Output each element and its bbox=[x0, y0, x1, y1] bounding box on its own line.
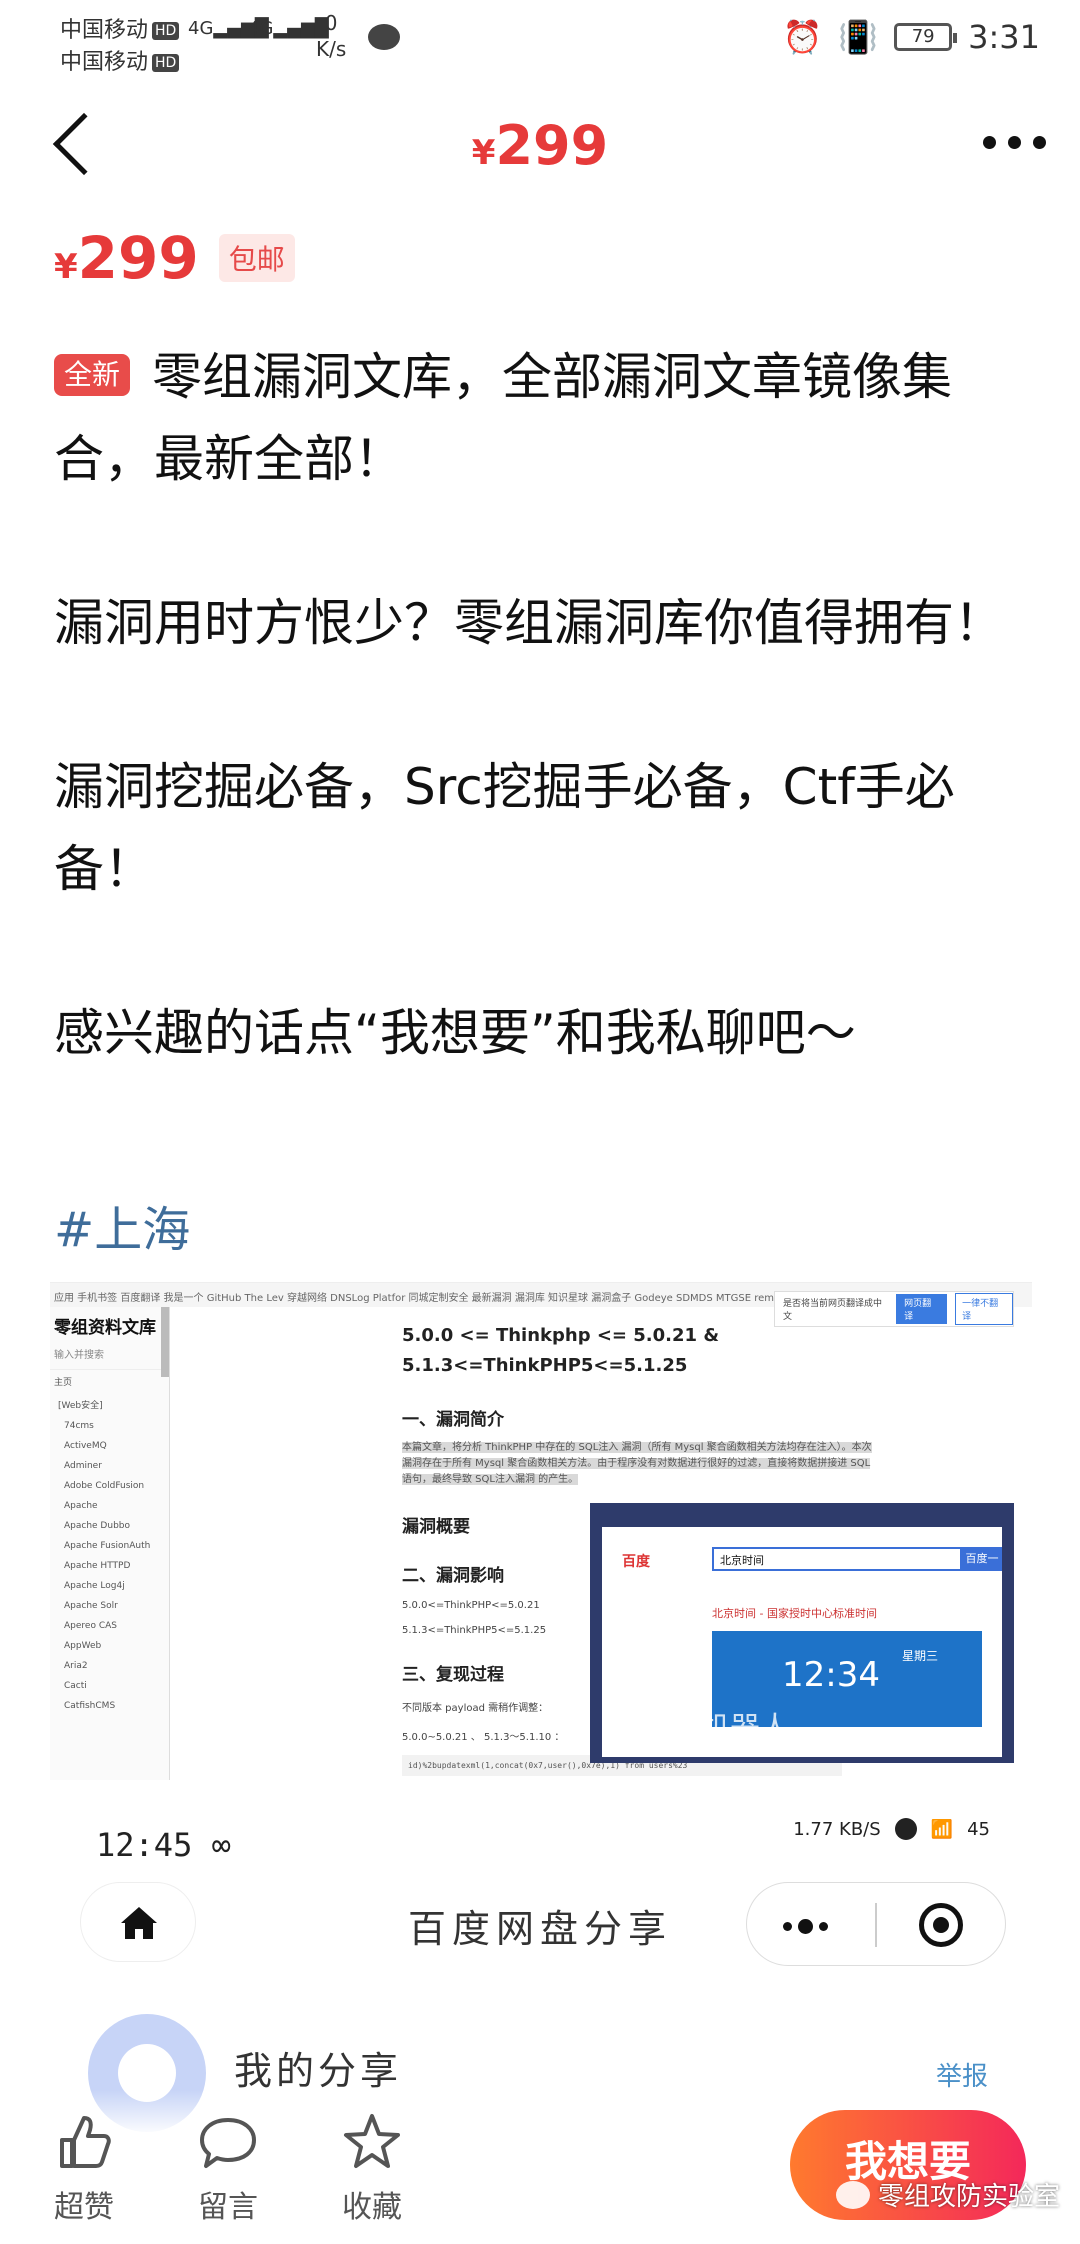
more-dots-icon[interactable] bbox=[783, 1919, 828, 1934]
desc-para-1: 漏洞用时方恨少？零组漏洞库你值得拥有！ bbox=[54, 594, 1004, 652]
sidebar-item: Aria2 bbox=[64, 1661, 88, 1671]
sidebar-item: Apache Solr bbox=[64, 1601, 118, 1611]
sidebar-scrollbar bbox=[161, 1307, 169, 1377]
location-tag[interactable]: #上海 bbox=[54, 1190, 190, 1260]
sidebar-item: Apache Log4j bbox=[64, 1581, 125, 1591]
carrier-1: 中国移动 HD bbox=[60, 12, 180, 44]
sidebar-item: Apache HTTPD bbox=[64, 1561, 131, 1571]
net-speed: 0 K/s bbox=[316, 11, 347, 61]
report-link[interactable]: 举报 bbox=[936, 2056, 988, 2093]
battery-icon: 79 bbox=[894, 23, 958, 51]
free-shipping-badge: 包邮 bbox=[218, 234, 295, 282]
wiki-sidebar: 零组资料文库 输入并搜索 主页 [Web安全] 74cms ActiveMQ A… bbox=[50, 1307, 170, 1780]
wiki-search: 输入并搜索 bbox=[50, 1344, 169, 1370]
message-icon bbox=[368, 24, 400, 50]
desc-para-3: 感兴趣的话点“我想要”和我私聊吧～ bbox=[54, 1004, 856, 1062]
intro-text: 本篇文章，将分析 ThinkPHP 中存在的 SQL注入 漏洞（所有 Mysql… bbox=[402, 1442, 872, 1485]
sidebar-item: Apereo CAS bbox=[64, 1621, 117, 1631]
sidebar-item: CatfishCMS bbox=[64, 1701, 116, 1711]
sidebar-item: Apache Dubbo bbox=[64, 1521, 131, 1531]
favorite-button[interactable]: 收藏 bbox=[322, 2112, 422, 2226]
item-title: 零组漏洞文库，全部漏洞文章镜像集合，最新全部！ bbox=[54, 348, 953, 488]
baidu-search-button: 百度一 bbox=[962, 1547, 1002, 1571]
sidebar-item: AppWeb bbox=[64, 1641, 102, 1651]
comment-icon bbox=[200, 2118, 256, 2168]
baidu-result-link: 北京时间 - 国家授时中心标准时间 bbox=[712, 1607, 877, 1620]
like-button[interactable]: 超赞 bbox=[34, 2112, 134, 2226]
image-watermark: @陀螺机器人 bbox=[610, 1711, 790, 1746]
baidu-overlay: 百度 北京时间 百度一 北京时间 - 国家授时中心标准时间 12:34 星期三 … bbox=[590, 1503, 1014, 1763]
sidebar-item: [Web安全] bbox=[58, 1401, 103, 1411]
header-price: ¥299 bbox=[471, 114, 609, 177]
sidebar-item: 74cms bbox=[64, 1421, 94, 1431]
sidebar-item: Adobe ColdFusion bbox=[64, 1481, 145, 1491]
item-price: ¥299 bbox=[54, 224, 199, 292]
vibrate-icon: 📳 bbox=[838, 18, 879, 56]
clock: 3:31 bbox=[968, 18, 1040, 56]
price-row: ¥299 包邮 bbox=[54, 224, 295, 292]
carrier-2: 中国移动 HD bbox=[60, 44, 180, 76]
sidebar-item: 主页 bbox=[54, 1378, 73, 1388]
article-title-1: 5.0.0 <= Thinkphp <= 5.0.21 & bbox=[402, 1325, 720, 1346]
sidebar-item: Apache FusionAuth bbox=[64, 1541, 151, 1551]
comment-button[interactable]: 留言 bbox=[178, 2112, 278, 2226]
heading-intro: 一、漏洞简介 bbox=[402, 1410, 504, 1430]
wechat-watermark: 零组攻防实验室 bbox=[835, 2176, 1060, 2213]
product-image-1[interactable]: 应用 手机书签 百度翻译 我是一个 GitHub The Lev 穿越网络 DN… bbox=[50, 1282, 1032, 1780]
capture-status-icons: 1.77 KB/S 📶 45 bbox=[793, 1818, 990, 1840]
top-nav: ¥299 bbox=[0, 100, 1080, 200]
my-share-label: 我的分享 bbox=[234, 2049, 403, 2093]
sidebar-item: Cacti bbox=[64, 1681, 87, 1691]
sidebar-item: ActiveMQ bbox=[64, 1441, 107, 1451]
article-title-2: 5.1.3<=ThinkPHP5<=5.1.25 bbox=[402, 1355, 688, 1376]
status-bar: 中国移动 HD 中国移动 HD 4G▂▄▆█ 4G▂▄▆█ 0 K/s ⏰ 📳 79 … bbox=[0, 0, 1080, 80]
mini-program-controls[interactable] bbox=[746, 1882, 1006, 1966]
close-target-icon[interactable] bbox=[919, 1903, 963, 1947]
more-options-icon[interactable] bbox=[983, 136, 1046, 149]
sidebar-item: Adminer bbox=[64, 1461, 102, 1471]
new-badge: 全新 bbox=[54, 354, 131, 396]
thumbs-up-icon bbox=[60, 2116, 111, 2168]
sidebar-item: Apache bbox=[64, 1501, 98, 1511]
wechat-icon bbox=[835, 2180, 870, 2209]
baidu-logo: 百度 bbox=[622, 1554, 650, 1570]
baidu-search-input: 北京时间 bbox=[712, 1547, 962, 1571]
alarm-icon: ⏰ bbox=[782, 18, 823, 56]
star-icon bbox=[344, 2114, 400, 2168]
wiki-title: 零组资料文库 bbox=[54, 1318, 156, 1338]
capture-time: 12:45 ∞ bbox=[96, 1826, 231, 1864]
item-description: 全新 零组漏洞文库，全部漏洞文章镜像集合，最新全部！ 漏洞用时方恨少？零组漏洞库你… bbox=[54, 336, 1034, 1156]
desc-para-2: 漏洞挖掘必备，Src挖掘手必备，Ctf手必备！ bbox=[54, 758, 955, 898]
